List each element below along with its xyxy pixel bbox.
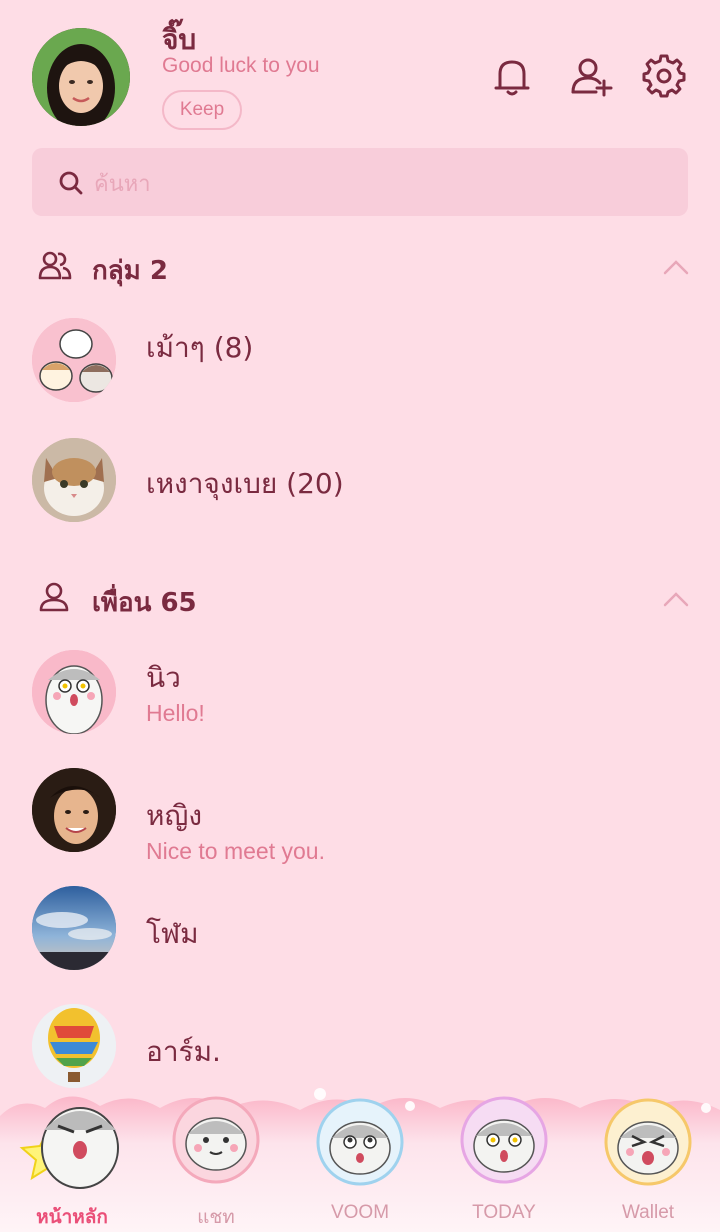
chat-icon — [172, 1096, 260, 1184]
home-icon — [19, 1107, 119, 1189]
friend-avatar[interactable] — [32, 886, 116, 970]
tab-today[interactable] — [458, 1094, 550, 1186]
search-input[interactable]: ค้นหา — [32, 148, 688, 216]
tab-voom[interactable] — [314, 1096, 406, 1188]
list-item-name[interactable]: เหงาจุงเบย (20) — [146, 462, 344, 506]
list-item-name[interactable]: เม้าๆ (8) — [146, 326, 253, 370]
chevron-up-icon[interactable] — [662, 258, 690, 276]
list-item-message: Hello! — [146, 700, 205, 726]
voom-icon — [316, 1098, 404, 1186]
friends-section-title: เพื่อน 65 — [92, 588, 197, 618]
list-item-name[interactable]: โฬม — [146, 912, 199, 956]
tab-label-chat[interactable]: แชท — [161, 1202, 271, 1232]
tab-chat[interactable] — [170, 1094, 262, 1186]
tab-label-today[interactable]: TODAY — [449, 1202, 559, 1224]
tab-home[interactable] — [18, 1086, 128, 1196]
wallet-icon — [604, 1098, 692, 1186]
today-icon — [460, 1096, 548, 1184]
list-item-name[interactable]: หญิง — [146, 794, 202, 838]
profile-avatar[interactable] — [32, 28, 130, 126]
keep-button[interactable]: Keep — [162, 90, 242, 130]
tab-wallet[interactable] — [602, 1096, 694, 1188]
groups-section-title: กลุ่ม 2 — [92, 256, 168, 286]
bell-icon[interactable] — [490, 54, 534, 98]
list-item-message: Nice to meet you. — [146, 838, 325, 864]
group-avatar[interactable] — [32, 438, 116, 522]
friend-avatar[interactable] — [32, 768, 116, 852]
list-item-name[interactable]: อาร์ม. — [146, 1030, 221, 1074]
status-message[interactable]: Good luck to you — [162, 54, 320, 78]
friend-avatar[interactable] — [32, 1004, 116, 1088]
friend-avatar[interactable] — [32, 650, 116, 734]
settings-icon[interactable] — [642, 54, 686, 98]
group-icon — [38, 251, 72, 280]
tab-label-voom[interactable]: VOOM — [305, 1202, 415, 1224]
search-placeholder: ค้นหา — [94, 172, 151, 197]
tab-label-home[interactable]: หน้าหลัก — [17, 1202, 127, 1232]
group-avatar[interactable] — [32, 318, 116, 402]
friend-icon — [39, 582, 69, 612]
add-friend-icon[interactable] — [570, 54, 614, 98]
search-icon — [59, 171, 83, 195]
list-item-name[interactable]: นิว — [146, 656, 181, 700]
tab-label-wallet[interactable]: Wallet — [593, 1202, 703, 1224]
chevron-up-icon[interactable] — [662, 590, 690, 608]
